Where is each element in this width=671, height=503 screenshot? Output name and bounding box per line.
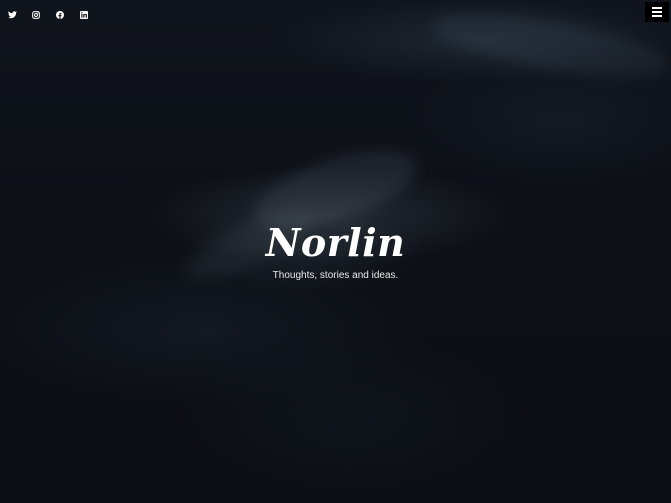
linkedin-icon[interactable]	[77, 8, 91, 22]
site-brand: Norlin Thoughts, stories and ideas.	[0, 218, 671, 281]
twitter-icon[interactable]	[5, 8, 19, 22]
hamburger-menu-icon[interactable]	[645, 2, 669, 22]
wave-crest	[427, 0, 671, 91]
social-links	[5, 8, 91, 22]
facebook-icon[interactable]	[53, 8, 67, 22]
site-title[interactable]: Norlin	[0, 218, 671, 268]
instagram-icon[interactable]	[29, 8, 43, 22]
site-tagline: Thoughts, stories and ideas.	[272, 270, 399, 281]
menu-bar	[652, 15, 662, 17]
menu-bar	[652, 11, 662, 13]
menu-bar	[652, 7, 662, 9]
hero-section: Norlin Thoughts, stories and ideas.	[0, 0, 671, 503]
